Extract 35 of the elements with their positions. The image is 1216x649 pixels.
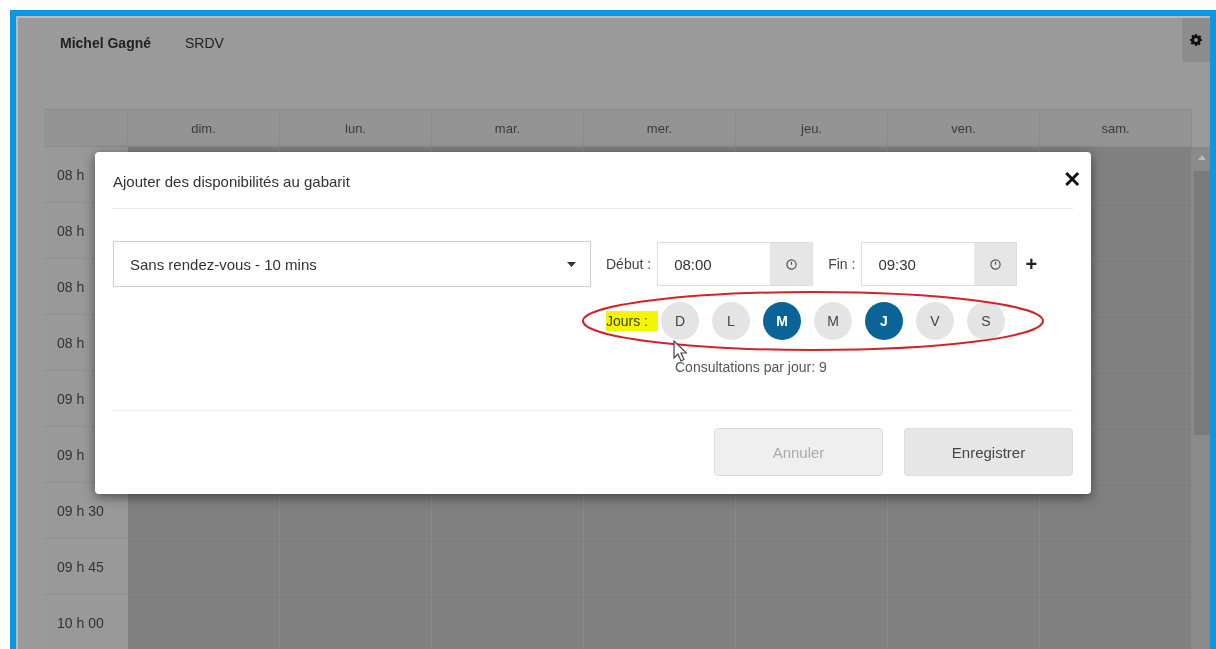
add-button[interactable]: + [1025,252,1038,276]
day-header: jeu. [736,109,888,147]
dialog-button[interactable]: Enregistrer [904,428,1073,476]
end-time-field[interactable]: 09:30 [861,242,1018,286]
day-header: mer. [584,109,736,147]
clock-icon [989,258,1001,270]
section-label: SRDV [185,35,224,51]
day-toggle[interactable]: M [814,302,852,340]
day-header: sam. [1040,109,1192,147]
scroll-up-icon [1198,155,1206,160]
day-toggle[interactable]: M [763,302,801,340]
end-label: Fin : [828,256,856,272]
day-toggle[interactable]: J [865,302,903,340]
day-header: dim. [128,109,280,147]
caret-icon [567,261,576,267]
day-header: mar. [432,109,584,147]
clock-icon [785,258,797,270]
consultations-count: Consultations par jour: 9 [675,359,827,375]
day-toggle[interactable]: V [916,302,954,340]
type-select[interactable]: Sans rendez-vous - 10 mins [113,241,591,287]
mouse-pointer-icon [673,340,687,362]
day-toggle[interactable]: L [712,302,750,340]
day-toggle[interactable]: S [967,302,1005,340]
scrollbar[interactable] [1192,147,1210,649]
close-button[interactable]: ✕ [1063,167,1081,193]
day-header: lun. [280,109,432,147]
user-name: Michel Gagné [60,35,152,51]
settings-button[interactable] [1182,18,1210,62]
day-toggle[interactable]: D [661,302,699,340]
days-label: Jours : [606,311,658,331]
day-header: ven. [888,109,1040,147]
start-time-field[interactable]: 08:00 [657,242,814,286]
settings-icon [1190,34,1202,46]
start-label: Début : [606,256,652,272]
time-slot[interactable] [1040,483,1192,539]
